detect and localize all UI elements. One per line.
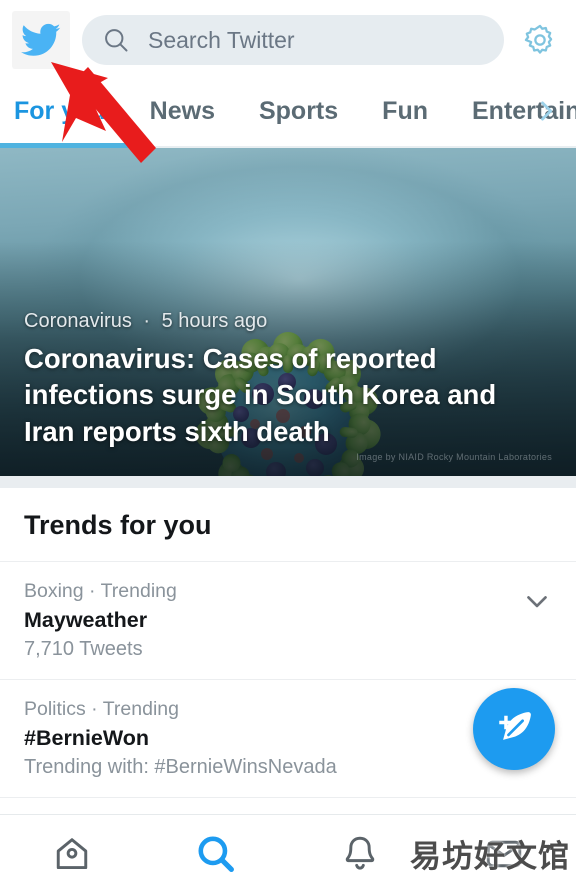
trend-related: Trending with: #BernieWinsNevada <box>24 756 337 778</box>
nav-item-search[interactable] <box>144 815 288 892</box>
trend-tweet-count: 7,710 Tweets <box>24 638 143 660</box>
trend-name: Mayweather <box>24 608 148 632</box>
gear-icon <box>522 22 558 58</box>
news-headline: Coronavirus: Cases of reported infection… <box>24 343 497 447</box>
app-header: Search Twitter <box>0 0 576 80</box>
nav-item-messages[interactable] <box>432 815 576 892</box>
trends-section: Trends for you Boxing · Trending Mayweat… <box>0 488 576 814</box>
chevron-right-icon <box>532 97 560 125</box>
twitter-bird-icon <box>21 20 61 60</box>
tab-label: News <box>149 96 215 125</box>
feather-plus-icon <box>491 706 537 752</box>
news-timestamp: 5 hours ago <box>161 310 268 333</box>
section-divider <box>0 476 576 488</box>
tab-news[interactable]: News <box>150 80 215 146</box>
tab-label: Sports <box>258 96 339 125</box>
search-icon <box>194 832 238 876</box>
news-category: Coronavirus <box>24 310 132 333</box>
news-card-text: Coronavirus · 5 hours ago Coronavirus: C… <box>24 310 552 450</box>
search-input[interactable]: Search Twitter <box>82 15 504 65</box>
search-icon <box>102 26 130 54</box>
tab-fun[interactable]: Fun <box>382 80 428 146</box>
tabs-next-button[interactable] <box>526 80 566 142</box>
trend-category: Boxing · Trending <box>24 580 177 602</box>
chevron-down-icon <box>520 584 554 618</box>
news-card-meta: Coronavirus · 5 hours ago <box>24 310 552 333</box>
bell-icon <box>338 832 382 876</box>
tab-label: For you <box>14 96 106 125</box>
nav-item-home[interactable] <box>0 815 144 892</box>
news-story-card[interactable]: Image by NIAID Rocky Mountain Laboratori… <box>0 148 576 476</box>
trend-category: Politics · Trending <box>24 698 179 720</box>
bottom-navigation-bar <box>0 814 576 892</box>
twitter-explore-screen: Search Twitter For you News Sports Fun E… <box>0 0 576 892</box>
category-tab-bar: For you News Sports Fun Entertainment <box>0 80 576 148</box>
news-image-credit: Image by NIAID Rocky Mountain Laboratori… <box>356 452 552 462</box>
tab-sports[interactable]: Sports <box>259 80 338 146</box>
trends-heading: Trends for you <box>0 488 576 562</box>
trend-options-button[interactable] <box>520 584 554 618</box>
tab-for-you[interactable]: For you <box>0 80 150 148</box>
compose-tweet-button[interactable] <box>473 688 555 770</box>
home-icon <box>50 832 94 876</box>
nav-item-notifications[interactable] <box>288 815 432 892</box>
trend-item-mayweather[interactable]: Boxing · Trending Mayweather 7,710 Tweet… <box>0 562 576 680</box>
envelope-icon <box>482 832 526 876</box>
trend-name: #BernieWon <box>24 726 150 750</box>
search-placeholder-text: Search Twitter <box>148 26 295 53</box>
tab-label: Fun <box>382 96 428 125</box>
settings-button[interactable] <box>518 18 562 62</box>
twitter-logo-button[interactable] <box>12 11 70 69</box>
news-meta-separator: · <box>143 310 151 333</box>
